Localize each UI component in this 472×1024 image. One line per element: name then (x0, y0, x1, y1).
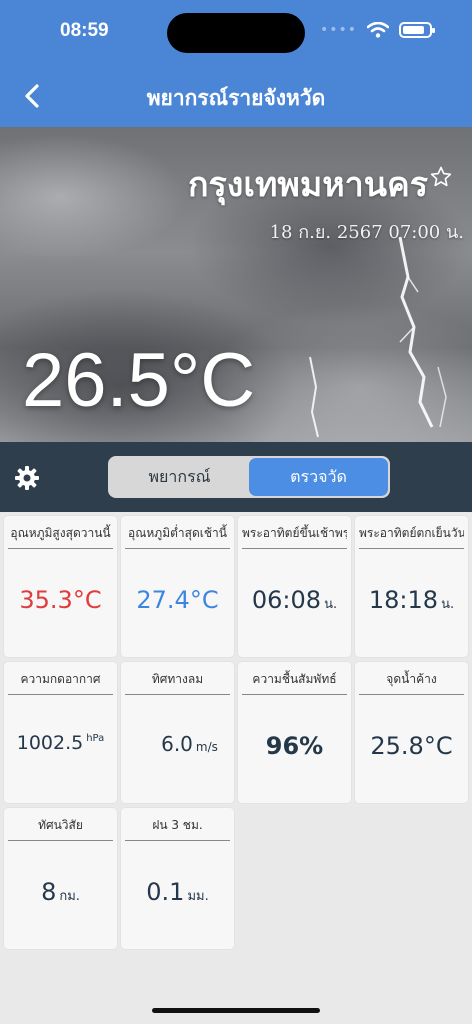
card-title: อุณหภูมิสูงสุดวานนี้ (8, 524, 113, 549)
card-value: 27.4°C (136, 586, 219, 614)
card-title: อุณหภูมิต่ำสุดเช้านี้ (125, 524, 230, 549)
card-value: 6.0 (161, 732, 193, 756)
card-unit: มม. (187, 889, 209, 904)
card-value: 0.1 (146, 878, 185, 906)
card-title: ฝน 3 ชม. (125, 816, 230, 841)
card-value-row: 18:18 น. (355, 586, 468, 614)
card-sunset-today: พระอาทิตย์ตกเย็นวันนี้ 18:18 น. (355, 516, 468, 657)
card-wind: ทิศทางลม 6.0 m/s (121, 662, 234, 803)
wifi-icon (367, 22, 389, 38)
tab-observation[interactable]: ตรวจวัด (249, 458, 388, 496)
star-outline-icon[interactable] (429, 165, 453, 189)
card-unit: hPa (86, 733, 105, 744)
card-value-row: 25.8°C (355, 732, 468, 760)
battery-level (403, 26, 425, 34)
card-unit: น. (324, 597, 338, 612)
card-title: พระอาทิตย์ตกเย็นวันนี้ (359, 524, 464, 549)
card-value-row: 27.4°C (121, 586, 234, 614)
card-value-row: 8 กม. (4, 878, 117, 906)
cell-dots-icon: •••• (319, 22, 357, 38)
home-indicator (152, 1008, 320, 1013)
card-unit: กม. (59, 889, 80, 904)
card-title: จุดน้ำค้าง (359, 670, 464, 695)
card-value: 18:18 (368, 586, 439, 614)
tab-forecast[interactable]: พยากรณ์ (110, 458, 249, 496)
card-title: พระอาทิตย์ขึ้นเช้าพรุ่งนี้ (242, 524, 347, 549)
card-unit: น. (441, 597, 455, 612)
card-title: ทิศทางลม (125, 670, 230, 695)
card-min-temp-today: อุณหภูมิต่ำสุดเช้านี้ 27.4°C (121, 516, 234, 657)
card-title: ความกดอากาศ (8, 670, 113, 695)
card-title: ทัศนวิสัย (8, 816, 113, 841)
card-value-row: 6.0 m/s (121, 732, 234, 756)
card-value: 25.8°C (370, 732, 453, 760)
card-value: 1002.5 (16, 732, 84, 754)
card-pressure: ความกดอากาศ 1002.5 hPa (4, 662, 117, 803)
card-rain-3h: ฝน 3 ชม. 0.1 มม. (121, 808, 234, 949)
page-title: พยากรณ์รายจังหวัด (146, 86, 326, 110)
card-max-temp-yesterday: อุณหภูมิสูงสุดวานนี้ 35.3°C (4, 516, 117, 657)
card-unit: m/s (195, 740, 218, 754)
top-bar: 08:59 •••• พยากรณ์รายจังหวัด (0, 0, 472, 127)
city-name: กรุงเทพมหานคร (187, 165, 428, 205)
card-title: ความชื้นสัมพัทธ์ (242, 670, 347, 695)
dynamic-island (167, 13, 305, 53)
card-value-row: 06:08 น. (238, 586, 351, 614)
card-value: 06:08 (251, 586, 322, 614)
card-visibility: ทัศนวิสัย 8 กม. (4, 808, 117, 949)
status-time: 08:59 (60, 20, 109, 41)
card-humidity: ความชื้นสัมพัทธ์ 96% (238, 662, 351, 803)
status-icons: •••• (319, 22, 435, 38)
battery-icon (399, 22, 435, 38)
card-value-row: 1002.5 hPa (4, 732, 117, 754)
control-bar: พยากรณ์ ตรวจวัด (0, 442, 472, 512)
card-value-row: 35.3°C (4, 586, 117, 614)
card-value-row: 0.1 มม. (121, 878, 234, 906)
current-temperature: 26.5°C (22, 338, 256, 423)
gear-icon[interactable] (14, 465, 40, 491)
card-value: 8 (41, 878, 57, 906)
observation-datetime: 18 ก.ย. 2567 07:00 น. (269, 222, 464, 243)
card-sunrise-tomorrow: พระอาทิตย์ขึ้นเช้าพรุ่งนี้ 06:08น. (238, 516, 351, 657)
card-value: 96% (265, 732, 324, 760)
card-value: 35.3°C (19, 586, 102, 614)
card-value-row: 96% (238, 732, 351, 760)
weather-hero: กรุงเทพมหานคร 18 ก.ย. 2567 07:00 น. 26.5… (0, 127, 472, 442)
card-dew-point: จุดน้ำค้าง 25.8°C (355, 662, 468, 803)
observation-grid: อุณหภูมิสูงสุดวานนี้ 35.3°C อุณหภูมิต่ำส… (4, 516, 468, 949)
view-segmented-control: พยากรณ์ ตรวจวัด (108, 456, 390, 498)
